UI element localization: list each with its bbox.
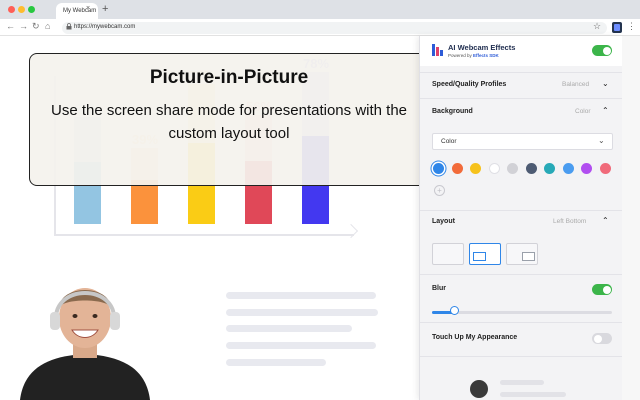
text-placeholder-line (226, 309, 378, 316)
color-swatch[interactable] (525, 163, 537, 174)
url-text: https://mywebcam.com (74, 24, 136, 30)
page-scrollbar[interactable] (622, 36, 640, 400)
color-swatch[interactable] (562, 163, 574, 174)
chart-bar (131, 179, 158, 224)
avatar (470, 380, 488, 398)
blur-slider-thumb[interactable] (449, 306, 459, 315)
background-type-value: Color (441, 138, 457, 145)
callout-title: Picture-in-Picture (149, 67, 309, 88)
effects-sdk-link[interactable]: Effects SDK (473, 53, 499, 58)
brand-logo-icon (432, 44, 443, 56)
speed-quality-label: Speed/Quality Profiles (432, 81, 507, 88)
text-placeholder-line (226, 359, 326, 366)
color-swatch[interactable] (507, 163, 518, 174)
add-color-icon[interactable]: + (434, 185, 445, 196)
color-swatch[interactable] (488, 163, 500, 174)
new-tab-button[interactable]: + (102, 3, 108, 15)
text-placeholder-line (226, 292, 376, 299)
layout-option-right-bottom[interactable] (506, 243, 538, 265)
color-swatch[interactable] (470, 163, 481, 174)
brand-subtitle: Powered by Effects SDK (448, 53, 499, 58)
home-icon[interactable]: ⌂ (45, 21, 50, 31)
tab-title: My Webcam (63, 8, 97, 14)
extension-panel: AI Webcam Effects Powered by Effects SDK… (419, 36, 622, 400)
text-placeholder-line (500, 392, 566, 397)
layout-option-left-bottom[interactable] (469, 243, 501, 265)
blur-label: Blur (432, 285, 446, 292)
color-swatch[interactable] (599, 163, 611, 174)
extension-icon[interactable] (612, 22, 622, 33)
address-bar[interactable]: https://mywebcam.com ☆ (62, 21, 607, 34)
touch-up-toggle[interactable] (592, 333, 612, 344)
bookmark-star-icon[interactable]: ☆ (593, 21, 601, 32)
layout-value: Left Bottom (553, 218, 587, 225)
feature-callout-card: Picture-in-Picture Use the screen share … (29, 53, 429, 186)
text-placeholder-line (226, 342, 376, 349)
divider (420, 72, 622, 73)
text-placeholder-line (500, 380, 544, 385)
callout-body: Use the screen share mode for presentati… (50, 102, 408, 142)
window-maximize-button[interactable] (28, 6, 35, 13)
master-enable-toggle[interactable] (592, 45, 612, 56)
blur-toggle[interactable] (592, 284, 612, 295)
chart-x-axis (54, 234, 354, 236)
chevron-up-icon[interactable]: ⌃ (602, 106, 609, 115)
brand-name: AI Webcam Effects (448, 43, 516, 52)
tab-close-icon[interactable]: × (86, 5, 90, 12)
browser-tab-bar: My Webcam × + (0, 0, 640, 19)
reload-icon[interactable]: ↻ (32, 21, 40, 32)
chart-axis-arrow-icon (343, 223, 359, 239)
browser-tab[interactable]: My Webcam (56, 3, 98, 19)
chevron-up-icon[interactable]: ⌃ (602, 216, 609, 225)
back-icon[interactable]: ← (6, 21, 15, 31)
color-swatch[interactable] (433, 163, 444, 174)
window-close-button[interactable] (8, 6, 15, 13)
layout-label: Layout (432, 218, 455, 225)
divider (420, 356, 622, 357)
chevron-down-icon[interactable]: ⌄ (602, 79, 609, 88)
browser-menu-icon[interactable]: ⋮ (627, 21, 636, 32)
speed-quality-value: Balanced (562, 81, 590, 88)
divider (420, 210, 622, 211)
background-value: Color (575, 108, 591, 115)
lock-icon (66, 23, 72, 32)
chevron-down-icon: ⌄ (598, 136, 605, 145)
color-swatch[interactable] (581, 163, 592, 174)
forward-icon[interactable]: → (19, 21, 28, 31)
color-swatch[interactable] (544, 163, 555, 174)
color-swatch[interactable] (451, 163, 463, 174)
divider (420, 274, 622, 275)
divider (420, 322, 622, 323)
layout-option-fullscreen[interactable] (432, 243, 464, 265)
browser-toolbar: ← → ↻ ⌂ https://mywebcam.com ☆ ⋮ (0, 19, 640, 36)
background-type-select[interactable]: Color ⌄ (432, 133, 613, 150)
blur-slider-track[interactable] (432, 311, 612, 314)
text-placeholder-line (226, 325, 352, 332)
panel-header: AI Webcam Effects Powered by Effects SDK (420, 36, 622, 66)
window-minimize-button[interactable] (18, 6, 25, 13)
webcam-person-image (20, 288, 150, 400)
background-label: Background (432, 108, 473, 115)
touch-up-label: Touch Up My Appearance (432, 334, 518, 341)
divider (420, 98, 622, 99)
